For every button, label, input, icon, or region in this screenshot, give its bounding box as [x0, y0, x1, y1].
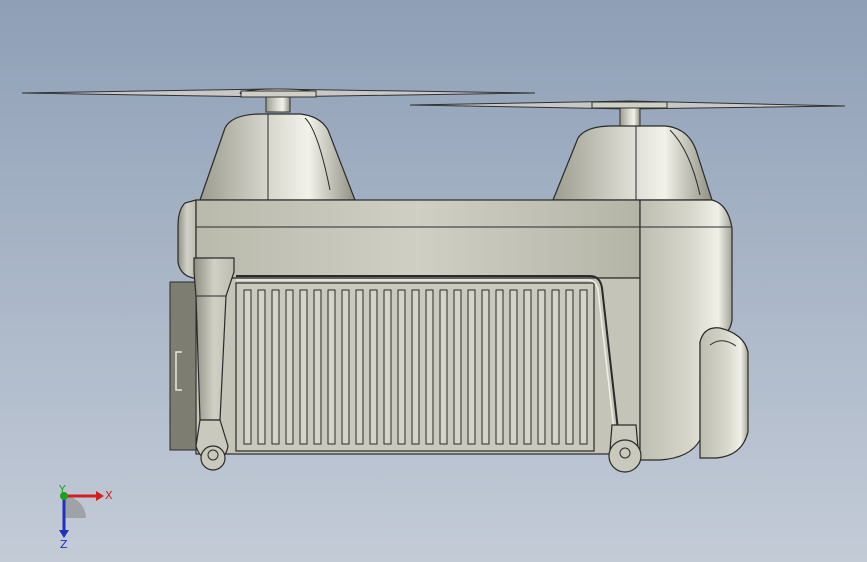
- vent-slot: [313, 289, 322, 445]
- vent-slot: [551, 289, 560, 445]
- vent-slot: [397, 289, 406, 445]
- vent-slot: [439, 289, 448, 445]
- triad-plane: [64, 496, 86, 518]
- vent-grille: [235, 282, 595, 452]
- motor-dome-left: [199, 113, 356, 201]
- vent-slot: [481, 289, 490, 445]
- motor-dome-right: [552, 125, 713, 201]
- vent-slot: [299, 289, 308, 445]
- vent-slot: [523, 289, 532, 445]
- vent-slot: [425, 289, 434, 445]
- rotor-left: [21, 88, 536, 113]
- vent-slot: [271, 289, 280, 445]
- rotor-right: [409, 100, 846, 127]
- vent-slot: [537, 289, 546, 445]
- vent-slot: [285, 289, 294, 445]
- vent-slot: [509, 289, 518, 445]
- drone-model[interactable]: [0, 0, 867, 562]
- y-axis-label: Y: [58, 483, 66, 496]
- vent-slot: [453, 289, 462, 445]
- vent-slot: [341, 289, 350, 445]
- z-axis-label: Z: [60, 538, 68, 550]
- vent-slot: [383, 289, 392, 445]
- vent-slot: [565, 289, 574, 445]
- vent-slot: [243, 289, 252, 445]
- vent-slot: [257, 289, 266, 445]
- landing-wheel-right: [608, 424, 642, 473]
- vent-slot: [355, 289, 364, 445]
- cad-viewport[interactable]: X Y Z: [0, 0, 867, 562]
- vent-slot: [495, 289, 504, 445]
- vent-slot: [411, 289, 420, 445]
- orientation-triad: X Y Z: [58, 483, 113, 550]
- vent-slot: [369, 289, 378, 445]
- vent-slot: [467, 289, 476, 445]
- x-axis-label: X: [105, 489, 113, 502]
- vent-slot: [327, 289, 336, 445]
- vent-slot: [579, 289, 588, 445]
